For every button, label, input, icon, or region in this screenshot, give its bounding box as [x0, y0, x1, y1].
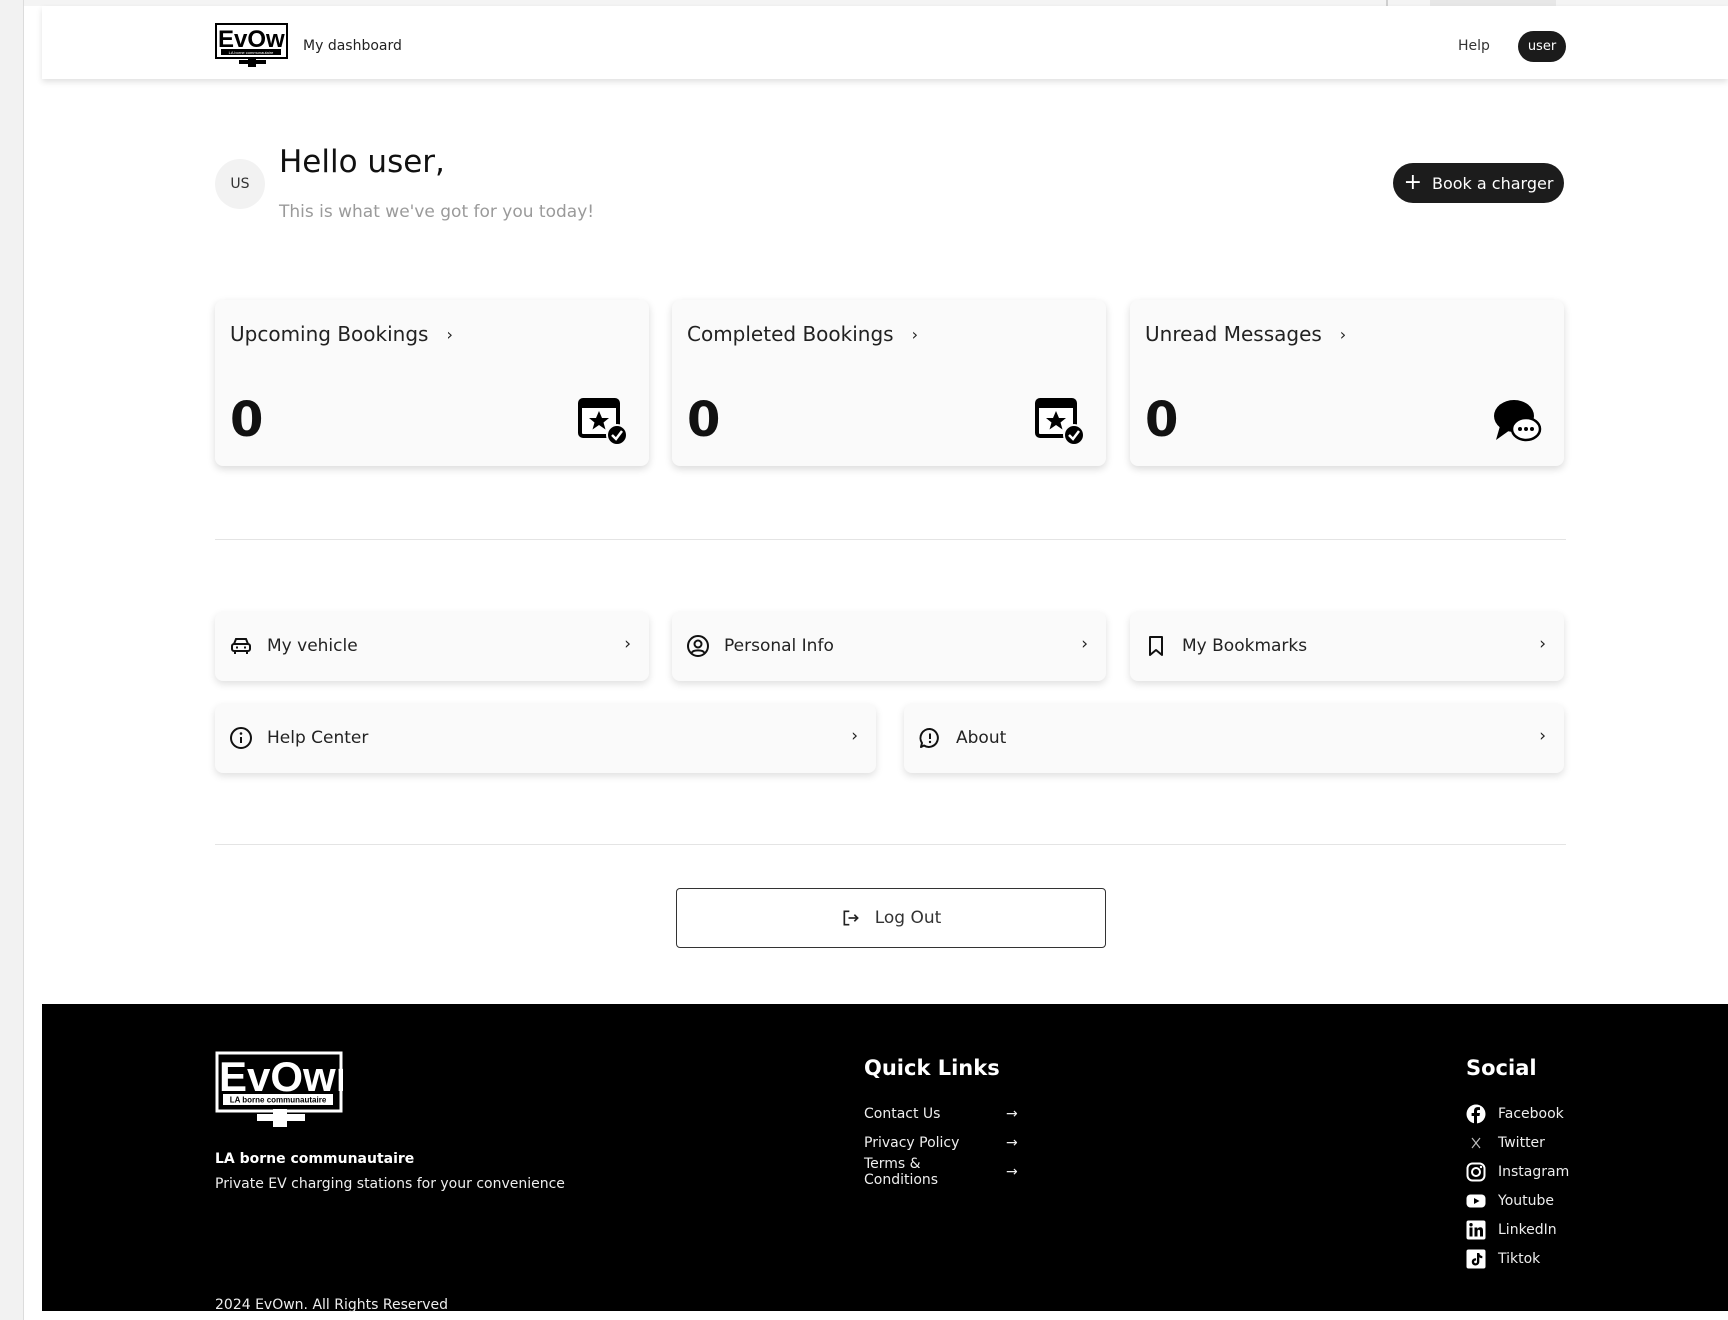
chevron-right-icon: ›	[851, 726, 858, 746]
top-navbar: EvOwn LA borne communautaire My dashboar…	[42, 6, 1728, 79]
chevron-right-icon: ›	[1539, 634, 1546, 654]
social-link-facebook[interactable]: Facebook	[1466, 1099, 1569, 1128]
social-label: Facebook	[1498, 1105, 1564, 1122]
upcoming-bookings-card[interactable]: Upcoming Bookings › 0	[215, 300, 649, 466]
chevron-right-icon: ›	[624, 634, 631, 654]
app: EvOwn LA borne communautaire My dashboar…	[42, 6, 1728, 1313]
evown-logo[interactable]: EvOwn LA borne communautaire	[215, 23, 288, 69]
stat-value: 0	[687, 392, 721, 448]
book-charger-button[interactable]: + Book a charger	[1393, 163, 1564, 203]
section-divider	[215, 844, 1566, 845]
social-label: Instagram	[1498, 1163, 1570, 1180]
info-icon	[230, 727, 252, 749]
social-label: Youtube	[1498, 1192, 1554, 1209]
user-circle-icon	[687, 635, 709, 657]
section-divider	[215, 539, 1566, 540]
personal-info-card[interactable]: Personal Info ›	[672, 612, 1106, 681]
car-icon	[231, 638, 251, 654]
user-menu-button[interactable]: user	[1518, 31, 1566, 62]
footer-company-name: LA borne communautaire	[215, 1151, 415, 1167]
stat-label: Completed Bookings	[687, 322, 894, 346]
about-card[interactable]: About ›	[904, 704, 1564, 773]
quick-links-title: Quick Links	[864, 1056, 1000, 1080]
quick-link-privacy-policy[interactable]: Privacy Policy →	[864, 1128, 1018, 1157]
footer-tagline: Private EV charging stations for your co…	[215, 1176, 565, 1192]
chevron-right-icon: ›	[1539, 726, 1546, 746]
social-label: Twitter	[1498, 1134, 1545, 1151]
page-title: Hello user,	[279, 144, 445, 180]
calendar-star-check-icon	[1035, 398, 1084, 446]
completed-bookings-card[interactable]: Completed Bookings › 0	[672, 300, 1106, 466]
arrow-right-icon: →	[1006, 1163, 1018, 1180]
stat-title: Unread Messages ›	[1145, 322, 1346, 346]
quick-link-label: Terms & Conditions	[864, 1155, 939, 1188]
social-label: LinkedIn	[1498, 1221, 1557, 1238]
quick-link-label: Contact Us	[864, 1105, 941, 1122]
page-subtitle: This is what we've got for you today!	[279, 202, 595, 222]
bookmark-icon	[1149, 636, 1163, 656]
tiktok-icon	[1466, 1249, 1486, 1268]
link-label: Help Center	[267, 728, 369, 748]
help-link[interactable]: Help	[1458, 38, 1490, 54]
stat-value: 0	[230, 392, 264, 448]
social-link-twitter[interactable]: Twitter	[1466, 1128, 1569, 1157]
quick-link-contact-us[interactable]: Contact Us →	[864, 1099, 1018, 1128]
logo-caption: LA borne communautaire	[229, 50, 274, 55]
link-label: My vehicle	[267, 636, 358, 656]
link-label: Personal Info	[724, 636, 834, 656]
browser-edge	[0, 0, 24, 1320]
arrow-right-icon: →	[1006, 1134, 1018, 1151]
calendar-star-check-icon	[578, 398, 627, 446]
logo-text: EvOwn	[218, 26, 288, 53]
link-label: About	[956, 728, 1007, 748]
stat-title: Completed Bookings ›	[687, 322, 918, 346]
my-dashboard-link[interactable]: My dashboard	[303, 38, 402, 54]
message-alert-icon	[919, 728, 939, 748]
chevron-right-icon: ›	[446, 324, 453, 344]
logout-button[interactable]: Log Out	[676, 888, 1106, 948]
evown-footer-logo: EvOwn LA borne communautaire	[215, 1051, 343, 1127]
stat-label: Upcoming Bookings	[230, 322, 429, 346]
stat-label: Unread Messages	[1145, 322, 1322, 346]
youtube-icon	[1466, 1194, 1486, 1207]
my-vehicle-card[interactable]: My vehicle ›	[215, 612, 649, 681]
facebook-icon	[1466, 1104, 1486, 1124]
social-link-tiktok[interactable]: Tiktok	[1466, 1244, 1569, 1273]
linkedin-icon	[1466, 1220, 1486, 1239]
chevron-right-icon: ›	[1081, 634, 1088, 654]
avatar: US	[215, 159, 265, 209]
help-center-card[interactable]: Help Center ›	[215, 704, 876, 773]
stat-value: 0	[1145, 392, 1179, 448]
social-link-youtube[interactable]: Youtube	[1466, 1186, 1569, 1215]
link-label: My Bookmarks	[1182, 636, 1308, 656]
social-label: Tiktok	[1498, 1250, 1541, 1267]
chevron-right-icon: ›	[911, 324, 918, 344]
footer-logo-caption: LA borne communautaire	[230, 1096, 327, 1105]
quick-link-label: Privacy Policy	[864, 1134, 960, 1151]
plus-icon: +	[1403, 170, 1422, 195]
social-title: Social	[1466, 1056, 1537, 1080]
book-charger-label: Book a charger	[1432, 173, 1554, 193]
logout-icon	[843, 910, 859, 926]
arrow-right-icon: →	[1006, 1105, 1018, 1122]
footer-logo-text: EvOwn	[219, 1053, 343, 1100]
social-link-instagram[interactable]: Instagram	[1466, 1157, 1569, 1186]
quick-link-terms[interactable]: Terms & Conditions →	[864, 1155, 1018, 1188]
chat-bubble-icon	[1494, 400, 1542, 442]
unread-messages-card[interactable]: Unread Messages › 0	[1130, 300, 1564, 466]
instagram-icon	[1466, 1162, 1486, 1181]
social-link-linkedin[interactable]: LinkedIn	[1466, 1215, 1569, 1244]
stat-title: Upcoming Bookings ›	[230, 322, 453, 346]
chevron-right-icon: ›	[1339, 324, 1347, 344]
my-bookmarks-card[interactable]: My Bookmarks ›	[1130, 612, 1564, 681]
logout-label: Log Out	[874, 908, 942, 928]
footer: EvOwn LA borne communautaire LA borne co…	[42, 1004, 1728, 1313]
x-icon	[1471, 1137, 1481, 1148]
social-list: Facebook Twitter Instagram Youtube Linke…	[1466, 1099, 1569, 1273]
footer-copyright: 2024 EvOwn. All Rights Reserved	[215, 1297, 449, 1313]
quick-links-list: Contact Us → Privacy Policy → Terms & Co…	[864, 1099, 1018, 1188]
